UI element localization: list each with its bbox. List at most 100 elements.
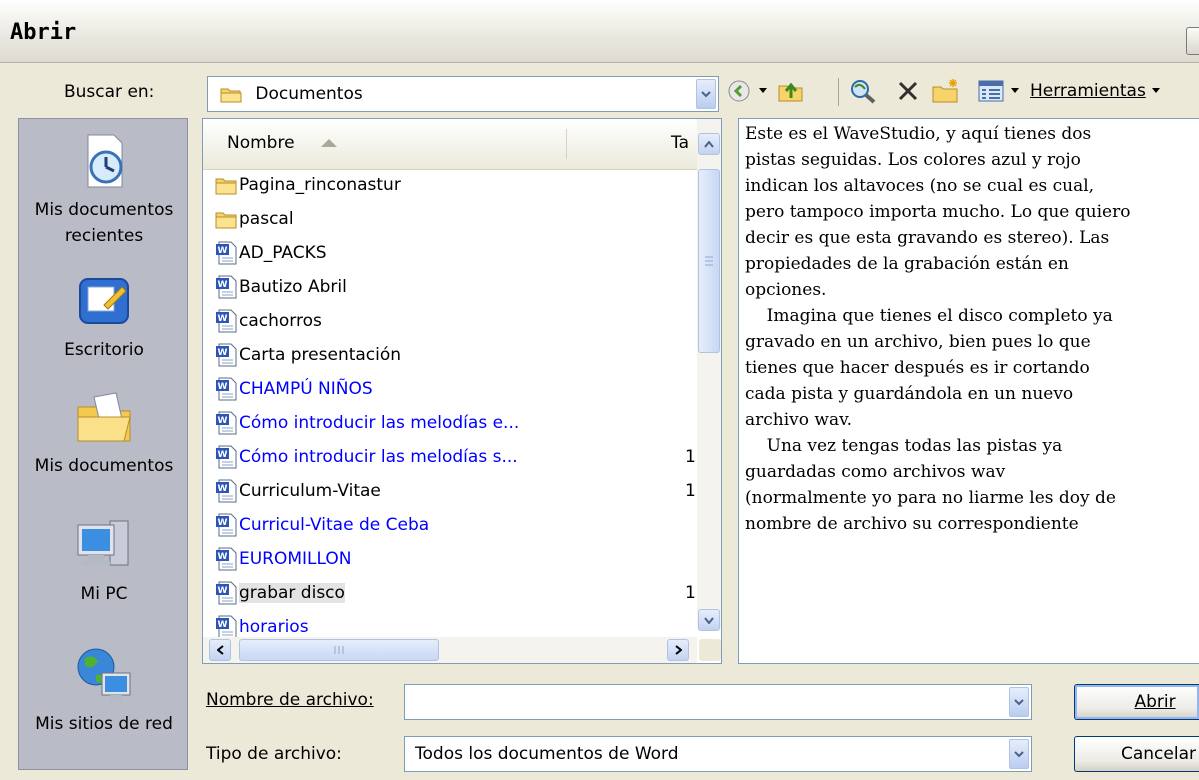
word-document-icon: W [216,343,237,367]
file-row[interactable]: Wgrabar disco 1 [215,577,696,609]
chevron-up-icon [704,140,714,148]
desktop-icon [79,278,129,324]
file-list[interactable]: Nombre Ta Pagina_rinconastur pascal W AD_PA… [202,118,722,664]
scroll-up-button[interactable] [698,133,720,155]
column-header: Nombre Ta [203,119,697,170]
file-row[interactable]: W CHAMPÚ NIÑOS [215,373,373,405]
window-title: Abrir [10,20,77,45]
preview-line: Una vez tengas todas las pistas ya [745,436,1063,456]
file-name: CHAMPÚ NIÑOS [239,379,373,399]
file-row[interactable]: W Curricul-Vitae de Ceba [215,509,429,541]
folder-row[interactable]: Pagina_rinconastur [215,169,401,201]
chevron-left-icon [216,645,224,655]
title-bar: Abrir [0,0,1199,63]
file-row[interactable]: W EUROMILLON [215,543,352,575]
preview-line: cada pista y guardándola en un nuevo [745,384,1074,404]
views-icon [978,80,1004,102]
caret-down-icon [759,88,767,93]
search-web-icon [851,80,876,104]
svg-text:W: W [218,518,228,528]
file-size: 1 [685,447,696,467]
file-row[interactable]: W Cómo introducir las melodías e... [215,407,519,439]
file-name: AD_PACKS [239,243,327,263]
up-folder-button[interactable] [776,78,806,104]
grip-icon [705,256,713,266]
preview-text: Este es el WaveStudio, y aquí tienes dos… [739,119,1199,537]
new-folder-button[interactable] [930,78,962,104]
filetype-value: Todos los documentos de Word [415,744,679,764]
filetype-select[interactable]: Todos los documentos de Word [404,736,1032,772]
look-in-value-wrap: Documentos [220,84,363,104]
word-document-icon: W [216,547,237,571]
back-dropdown[interactable] [756,78,770,104]
my-computer-icon [77,520,129,566]
column-name[interactable]: Nombre [227,133,295,153]
back-button[interactable] [726,78,752,104]
folder-row[interactable]: pascal [215,203,294,235]
file-name: Pagina_rinconastur [239,175,401,195]
svg-text:W: W [218,382,228,392]
look-in-dropdown-button[interactable] [696,79,716,109]
delete-button[interactable] [894,78,922,104]
column-size[interactable]: Ta [671,133,689,153]
file-row[interactable]: W Carta presentación [215,339,401,371]
vertical-scrollbar[interactable] [697,119,721,631]
file-name: Carta presentación [239,345,402,365]
place-label: Mis documentos [34,200,174,220]
file-row[interactable]: W Curriculum-Vitae 1 [215,475,696,507]
preview-line: pistas seguidas. Los colores azul y rojo [745,150,1081,170]
preview-line: Este es el WaveStudio, y aquí tienes dos [745,124,1092,144]
search-web-button[interactable] [848,78,878,104]
file-row[interactable]: W Cómo introducir las melodías s... 1 [215,441,696,473]
scroll-down-button[interactable] [698,609,720,631]
places-bar: Mis documentos recientes Escritorio Mis … [18,118,188,770]
word-document-icon: W [216,309,237,333]
hscroll-thumb[interactable] [239,639,439,661]
file-row[interactable]: W AD_PACKS [215,237,327,269]
place-label: Mis sitios de red [35,714,173,734]
word-document-icon: W [216,615,237,639]
look-in-value: Documentos [255,84,363,104]
svg-text:W: W [218,620,228,630]
delete-icon [898,81,918,101]
chevron-down-icon [1014,750,1024,757]
filename-dropdown-button[interactable] [1009,687,1029,717]
file-name: Curriculum-Vitae [239,481,381,501]
word-document-icon: W [216,581,237,605]
place-network[interactable]: Mis sitios de red [19,645,189,737]
place-my-computer[interactable]: Mi PC [19,515,189,607]
file-name: horarios [239,617,309,637]
preview-line: gravado en un archivo, bien pues lo que [745,332,1091,352]
file-row[interactable]: Wcachorros [215,305,322,337]
back-arrow-icon [728,80,750,102]
place-my-documents[interactable]: Mis documentos [19,387,189,479]
file-row[interactable]: W Bautizo Abril [215,271,347,303]
svg-text:W: W [218,246,228,256]
column-divider[interactable] [566,129,567,159]
look-in-combo[interactable]: Documentos [207,76,719,112]
place-label: recientes [64,226,144,246]
file-name: grabar disco [239,583,345,603]
scroll-thumb[interactable] [698,169,720,353]
views-button[interactable] [976,78,1006,104]
place-desktop[interactable]: Escritorio [19,271,189,363]
help-button[interactable] [1186,27,1199,55]
preview-line: nombre de archivo su correspondiente [745,514,1079,534]
filename-input[interactable] [404,684,1032,720]
folder-icon [220,88,242,102]
horizontal-scrollbar[interactable] [203,637,697,663]
up-folder-icon [778,82,803,102]
tools-menu-button[interactable]: Herramientas [1030,78,1196,104]
recent-documents-icon [87,134,123,188]
views-dropdown[interactable] [1008,78,1022,104]
svg-text:W: W [218,450,228,460]
scroll-left-button[interactable] [209,639,231,661]
svg-text:W: W [218,484,228,494]
place-label: Escritorio [64,340,144,360]
place-recent-documents[interactable]: Mis documentos recientes [19,131,189,249]
filetype-dropdown-button[interactable] [1009,739,1029,769]
word-document-icon: W [216,275,237,299]
open-button[interactable]: Abrir [1074,684,1199,720]
cancel-button[interactable]: Cancelar [1074,736,1199,772]
scroll-right-button[interactable] [667,639,689,661]
